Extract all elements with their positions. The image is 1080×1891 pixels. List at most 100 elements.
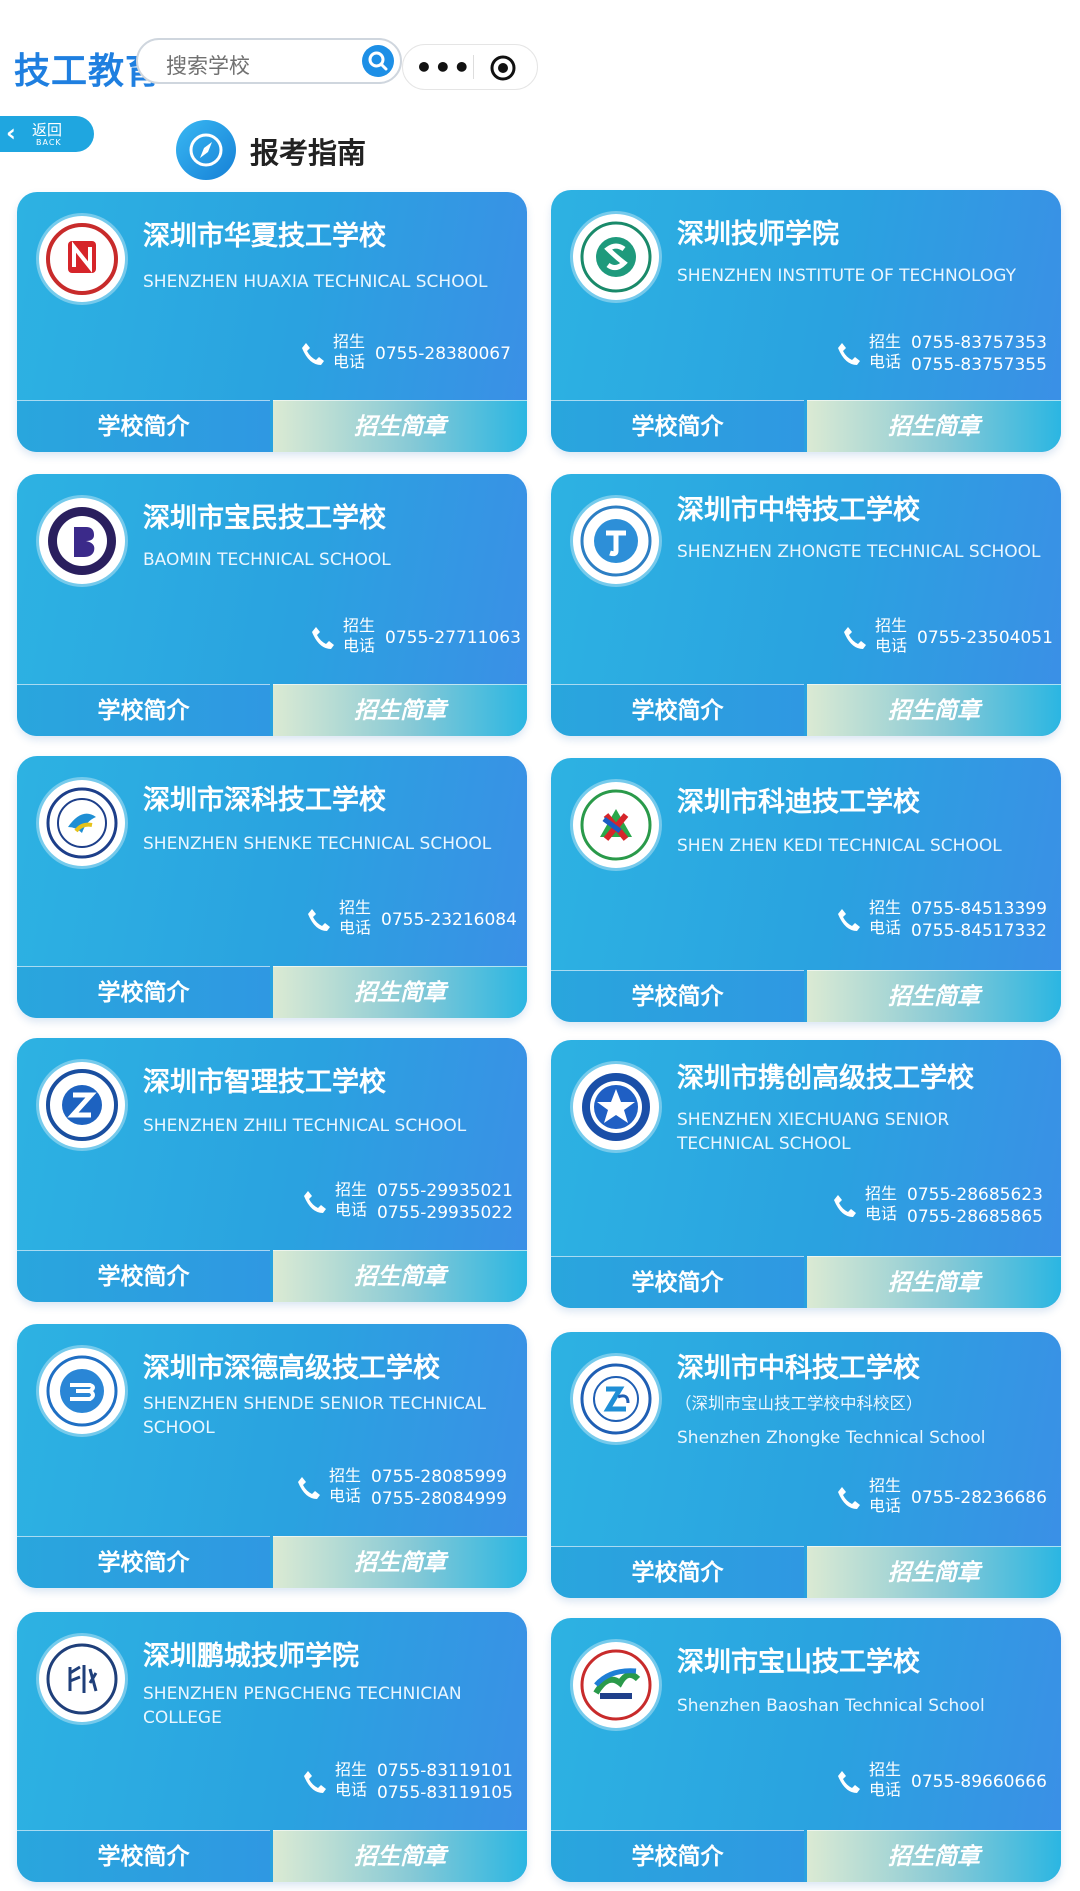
school-card[interactable]: 深圳鹏城技师学院 SHENZHEN PENGCHENG TECHNICIAN C… [17, 1612, 527, 1882]
phone-number[interactable]: 0755-28236686 [911, 1487, 1047, 1509]
school-name: 深圳市中特技工学校 [677, 495, 920, 526]
school-name: 深圳市携创高级技工学校 [677, 1063, 974, 1094]
card-actions: 学校简介 招生简章 [17, 1830, 527, 1882]
phone-numbers[interactable]: 0755-83119101 0755-83119105 [377, 1760, 513, 1804]
school-name: 深圳市深德高级技工学校 [143, 1353, 440, 1384]
admission-brochure-button[interactable]: 招生简章 [807, 1546, 1061, 1598]
school-english-name: SHENZHEN PENGCHENG TECHNICIAN COLLEGE [143, 1684, 462, 1728]
admission-brochure-button[interactable]: 招生简章 [273, 1250, 527, 1302]
school-name: 深圳市深科技工学校 [143, 785, 386, 816]
phone-label: 招生 电话 [339, 898, 372, 937]
phone-numbers[interactable]: 0755-83757353 0755-83757355 [911, 332, 1047, 376]
school-english-name: SHENZHEN SHENKE TECHNICAL SCHOOL [143, 834, 492, 854]
school-name: 深圳市宝民技工学校 [143, 503, 386, 534]
admission-brochure-button[interactable]: 招生简章 [273, 1830, 527, 1882]
school-card[interactable]: 深圳市深德高级技工学校 SHENZHEN SHENDE SENIOR TECHN… [17, 1324, 527, 1588]
school-card[interactable]: 深圳技师学院 SHENZHEN INSTITUTE OF TECHNOLOGY … [551, 190, 1061, 452]
admission-phone: 招生 电话 0755-89660666 [835, 1760, 1047, 1804]
school-english-name: SHENZHEN ZHONGTE TECHNICAL SCHOOL [677, 542, 1041, 562]
school-card[interactable]: 深圳市携创高级技工学校 SHENZHEN XIECHUANG SENIOR TE… [551, 1040, 1061, 1308]
phone-label: 招生 电话 [335, 1760, 368, 1799]
phone-numbers[interactable]: 0755-29935021 0755-29935022 [377, 1180, 513, 1224]
phone-label: 招生 电话 [865, 1184, 898, 1223]
admission-phone: 招生 电话 0755-84513399 0755-84517332 [835, 898, 1047, 942]
school-name: 深圳鹏城技师学院 [143, 1641, 359, 1672]
school-intro-button[interactable]: 学校简介 [551, 970, 804, 1022]
admission-phone: 招生 电话 0755-28380067 [299, 332, 511, 376]
admission-phone: 招生 电话 0755-29935021 0755-29935022 [301, 1180, 513, 1224]
phone-number[interactable]: 0755-89660666 [911, 1771, 1047, 1793]
school-card[interactable]: 深圳市宝山技工学校 Shenzhen Baoshan Technical Sch… [551, 1618, 1061, 1882]
phone-number[interactable]: 0755-28380067 [375, 343, 511, 365]
phone-numbers[interactable]: 0755-84513399 0755-84517332 [911, 898, 1047, 942]
school-intro-button[interactable]: 学校简介 [17, 684, 270, 736]
admission-phone: 招生 电话 0755-28685623 0755-28685865 [831, 1184, 1043, 1228]
admission-brochure-button[interactable]: 招生简章 [807, 400, 1061, 452]
school-english-name: Shenzhen Zhongke Technical School [677, 1428, 986, 1448]
admission-brochure-button[interactable]: 招生简章 [273, 966, 527, 1018]
phone-icon [304, 1191, 326, 1213]
school-intro-button[interactable]: 学校简介 [551, 684, 804, 736]
phone-label: 招生 电话 [869, 898, 902, 937]
school-intro-button[interactable]: 学校简介 [17, 966, 270, 1018]
admission-brochure-button[interactable]: 招生简章 [807, 1830, 1061, 1882]
school-subtitle: （深圳市宝山技工学校中科校区） [675, 1394, 923, 1413]
school-card[interactable]: 深圳市宝民技工学校 BAOMIN TECHNICAL SCHOOL 招生 电话 0… [17, 474, 527, 736]
school-card[interactable]: 深圳市华夏技工学校 SHENZHEN HUAXIA TECHNICAL SCHO… [17, 192, 527, 452]
admission-brochure-button[interactable]: 招生简章 [807, 970, 1061, 1022]
school-intro-button[interactable]: 学校简介 [551, 400, 804, 452]
phone-label: 招生 电话 [869, 1476, 902, 1515]
school-english-name: SHENZHEN INSTITUTE OF TECHNOLOGY [677, 266, 1016, 286]
school-intro-button[interactable]: 学校简介 [551, 1256, 804, 1308]
phone-icon [838, 1487, 860, 1509]
school-grid: 深圳市华夏技工学校 SHENZHEN HUAXIA TECHNICAL SCHO… [0, 0, 1080, 1891]
school-emblem-icon [573, 1064, 659, 1150]
phone-number[interactable]: 0755-27711063 [385, 627, 521, 649]
card-actions: 学校简介 招生简章 [17, 1536, 527, 1588]
school-english-name: Shenzhen Baoshan Technical School [677, 1696, 985, 1716]
school-card[interactable]: 深圳市中科技工学校 （深圳市宝山技工学校中科校区） Shenzhen Zhong… [551, 1332, 1061, 1598]
phone-label: 招生 电话 [869, 1760, 902, 1799]
phone-icon [844, 627, 866, 649]
admission-brochure-button[interactable]: 招生简章 [273, 1536, 527, 1588]
school-english-name: SHENZHEN HUAXIA TECHNICAL SCHOOL [143, 272, 488, 292]
school-intro-button[interactable]: 学校简介 [17, 1536, 270, 1588]
school-card[interactable]: 深圳市科迪技工学校 SHEN ZHEN KEDI TECHNICAL SCHOO… [551, 758, 1061, 1022]
phone-label: 招生 电话 [333, 332, 366, 371]
school-name: 深圳技师学院 [677, 219, 839, 250]
phone-number[interactable]: 0755-23216084 [381, 909, 517, 931]
card-actions: 学校简介 招生简章 [551, 1546, 1061, 1598]
school-english-name: SHEN ZHEN KEDI TECHNICAL SCHOOL [677, 836, 1002, 856]
school-intro-button[interactable]: 学校简介 [17, 1830, 270, 1882]
school-emblem-icon [39, 1062, 125, 1148]
admission-brochure-button[interactable]: 招生简章 [273, 684, 527, 736]
phone-icon [838, 909, 860, 931]
phone-numbers[interactable]: 0755-28685623 0755-28685865 [907, 1184, 1043, 1228]
school-card[interactable]: 深圳市深科技工学校 SHENZHEN SHENKE TECHNICAL SCHO… [17, 756, 527, 1018]
phone-label: 招生 电话 [335, 1180, 368, 1219]
phone-icon [304, 1771, 326, 1793]
card-actions: 学校简介 招生简章 [17, 684, 527, 736]
card-actions: 学校简介 招生简章 [551, 970, 1061, 1022]
phone-number[interactable]: 0755-23504051 [917, 627, 1053, 649]
school-emblem-icon [573, 1642, 659, 1728]
school-english-name: SHENZHEN XIECHUANG SENIOR TECHNICAL SCHO… [677, 1110, 950, 1154]
phone-icon [302, 343, 324, 365]
school-emblem-icon [573, 498, 659, 584]
school-emblem-icon [39, 1348, 125, 1434]
card-actions: 学校简介 招生简章 [17, 400, 527, 452]
school-card[interactable]: 深圳市中特技工学校 SHENZHEN ZHONGTE TECHNICAL SCH… [551, 474, 1061, 736]
school-intro-button[interactable]: 学校简介 [551, 1546, 804, 1598]
school-intro-button[interactable]: 学校简介 [17, 400, 270, 452]
school-intro-button[interactable]: 学校简介 [551, 1830, 804, 1882]
phone-numbers[interactable]: 0755-28085999 0755-28084999 [371, 1466, 507, 1510]
admission-brochure-button[interactable]: 招生简章 [807, 1256, 1061, 1308]
admission-brochure-button[interactable]: 招生简章 [273, 400, 527, 452]
card-actions: 学校简介 招生简章 [551, 1830, 1061, 1882]
admission-brochure-button[interactable]: 招生简章 [807, 684, 1061, 736]
phone-icon [834, 1195, 856, 1217]
phone-label: 招生 电话 [875, 616, 908, 655]
school-card[interactable]: 深圳市智理技工学校 SHENZHEN ZHILI TECHNICAL SCHOO… [17, 1038, 527, 1302]
school-intro-button[interactable]: 学校简介 [17, 1250, 270, 1302]
school-name: 深圳市科迪技工学校 [677, 787, 920, 818]
